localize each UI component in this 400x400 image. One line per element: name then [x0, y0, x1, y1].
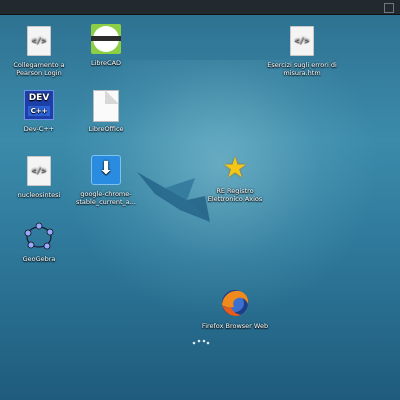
- desktop-icon-esercizi[interactable]: </> Esercizi sugli errori di misura.htm: [267, 24, 337, 77]
- firefox-icon: [222, 290, 249, 316]
- icon-label: Esercizi sugli errori di misura.htm: [267, 61, 337, 77]
- panel-corner-icon[interactable]: [384, 3, 394, 13]
- desktop-icon-devcpp[interactable]: DEV C++ Dev-C++: [4, 90, 74, 133]
- devcpp-icon: DEV C++: [24, 90, 54, 120]
- geogebra-icon: [24, 222, 54, 250]
- desktop-icon-pearson-login[interactable]: </> Collegamento a Pearson Login: [4, 24, 74, 77]
- loading-dots-icon: [192, 339, 210, 345]
- librecad-icon: [91, 24, 121, 54]
- icon-label: nucleosintesi: [17, 191, 61, 199]
- icon-label: Collegamento a Pearson Login: [13, 61, 65, 77]
- desktop-icon-nucleosintesi[interactable]: </> nucleosintesi: [4, 154, 74, 199]
- desktop-icon-google-chrome-package[interactable]: ⬇ google-chrome-stable_current_a...: [71, 154, 141, 206]
- icon-label: LibreOffice: [88, 125, 124, 133]
- html-file-icon: </>: [27, 156, 51, 186]
- desktop-icon-librecad[interactable]: LibreCAD: [71, 24, 141, 67]
- html-file-icon: </>: [290, 26, 314, 56]
- devcpp-icon-subtext: C++: [28, 106, 50, 116]
- devcpp-icon-text: DEV: [28, 93, 50, 103]
- icon-label: Dev-C++: [23, 125, 55, 133]
- html-file-icon: </>: [27, 26, 51, 56]
- icon-label: RE Registro Elettronico Axios: [207, 187, 263, 203]
- icon-label: GeoGebra: [22, 255, 56, 263]
- desktop-icon-registro-elettronico[interactable]: ★ RE Registro Elettronico Axios: [200, 151, 270, 204]
- libreoffice-icon: [93, 90, 119, 122]
- icon-label: LibreCAD: [90, 59, 122, 67]
- icon-label: Firefox Browser Web: [201, 322, 269, 330]
- star-icon: ★: [222, 151, 248, 184]
- desktop-icon-libreoffice[interactable]: LibreOffice: [71, 90, 141, 133]
- download-icon: ⬇: [91, 155, 121, 185]
- icon-label: google-chrome-stable_current_a...: [76, 190, 136, 206]
- desktop-icon-geogebra[interactable]: GeoGebra: [4, 220, 74, 263]
- desktop-icon-firefox[interactable]: Firefox Browser Web: [200, 287, 270, 330]
- top-panel: [0, 0, 400, 15]
